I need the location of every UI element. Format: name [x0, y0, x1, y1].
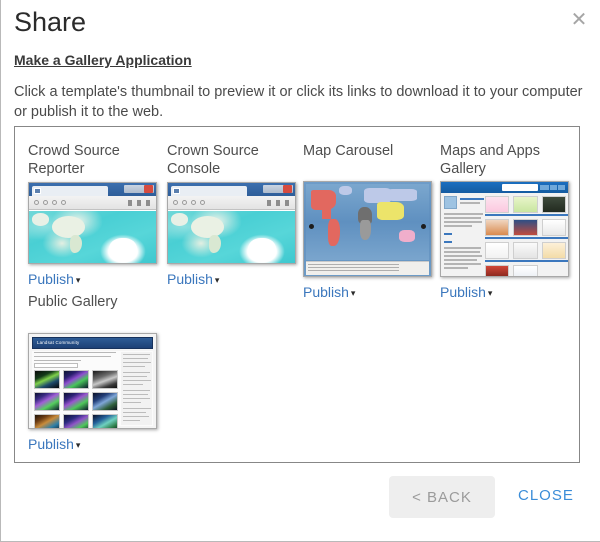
publish-dropdown[interactable]: Publish▾ — [440, 284, 492, 300]
page-title: Share — [14, 6, 86, 38]
search-input[interactable] — [34, 363, 78, 368]
template-thumbnail[interactable] — [303, 181, 432, 277]
chevron-down-icon: ▾ — [76, 440, 81, 451]
back-arrow-icon — [34, 200, 39, 205]
reload-icon — [191, 200, 196, 205]
publish-dropdown[interactable]: Publish▾ — [303, 284, 355, 300]
back-button[interactable]: < BACK — [389, 476, 495, 518]
wrench-icon — [146, 200, 150, 206]
landsat-gallery-preview: Landsat Community — [29, 334, 156, 428]
template-title: Crown Source Console — [167, 142, 303, 178]
browser-tab-icon — [173, 188, 180, 194]
forward-arrow-icon — [182, 200, 187, 205]
download-icon — [137, 200, 141, 206]
template-title: Public Gallery — [28, 293, 164, 329]
template-card-public-gallery[interactable]: Public Gallery Landsat Community — [28, 293, 160, 454]
bookmark-star-icon — [267, 200, 271, 206]
template-title: Crowd Source Reporter — [28, 142, 164, 178]
browser-title-bar — [168, 183, 295, 196]
publish-label: Publish — [28, 436, 74, 452]
back-arrow-icon — [173, 200, 178, 205]
publish-dropdown[interactable]: Publish▾ — [28, 436, 80, 452]
publish-dropdown[interactable]: Publish▾ — [167, 271, 219, 287]
template-thumbnail[interactable]: Landsat Community — [28, 333, 157, 429]
forward-arrow-icon — [43, 200, 48, 205]
template-thumbnail[interactable] — [440, 181, 569, 277]
home-icon — [61, 200, 66, 205]
make-gallery-application-link[interactable]: Make a Gallery Application — [14, 52, 192, 68]
window-controls-icon — [124, 185, 154, 193]
gallery-site-preview — [441, 182, 568, 276]
publish-label: Publish — [440, 284, 486, 300]
landsat-header-bar: Landsat Community — [32, 337, 153, 349]
home-icon — [200, 200, 205, 205]
download-icon — [276, 200, 280, 206]
reload-icon — [52, 200, 57, 205]
map-preview — [168, 211, 295, 263]
close-x-icon[interactable]: ✕ — [566, 6, 592, 32]
template-thumbnail[interactable] — [28, 182, 157, 264]
landsat-header-title: Landsat Community — [37, 340, 79, 345]
browser-tab — [32, 186, 108, 196]
template-card-crown-source-console[interactable]: Crown Source Console — [167, 142, 299, 289]
template-title: Map Carousel — [303, 142, 439, 178]
template-card-maps-and-apps-gallery[interactable]: Maps and Apps Gallery — [440, 142, 572, 302]
template-card-crowd-source-reporter[interactable]: Crowd Source Reporter — [28, 142, 160, 289]
world-map-preview — [304, 182, 431, 276]
browser-title-bar — [29, 183, 156, 196]
publish-label: Publish — [28, 271, 74, 287]
template-thumbnail[interactable] — [167, 182, 296, 264]
template-title: Maps and Apps Gallery — [440, 142, 576, 178]
publish-dropdown[interactable]: Publish▾ — [28, 271, 80, 287]
browser-tab — [171, 186, 247, 196]
publish-label: Publish — [167, 271, 213, 287]
publish-label: Publish — [303, 284, 349, 300]
template-card-map-carousel[interactable]: Map Carousel — [303, 142, 435, 302]
share-dialog: Share ✕ Make a Gallery Application Click… — [0, 0, 600, 542]
close-button[interactable]: CLOSE — [518, 487, 574, 504]
map-legend — [306, 261, 429, 275]
chevron-down-icon: ▾ — [351, 288, 356, 299]
instructions-text: Click a template's thumbnail to preview … — [14, 82, 592, 122]
chevron-down-icon: ▾ — [488, 288, 493, 299]
chevron-down-icon: ▾ — [76, 275, 81, 286]
window-controls-icon — [263, 185, 293, 193]
browser-tab-icon — [34, 188, 41, 194]
bookmark-star-icon — [128, 200, 132, 206]
chevron-down-icon: ▾ — [215, 275, 220, 286]
template-gallery-panel: Crowd Source Reporter — [14, 126, 580, 463]
map-preview — [29, 211, 156, 263]
wrench-icon — [285, 200, 289, 206]
